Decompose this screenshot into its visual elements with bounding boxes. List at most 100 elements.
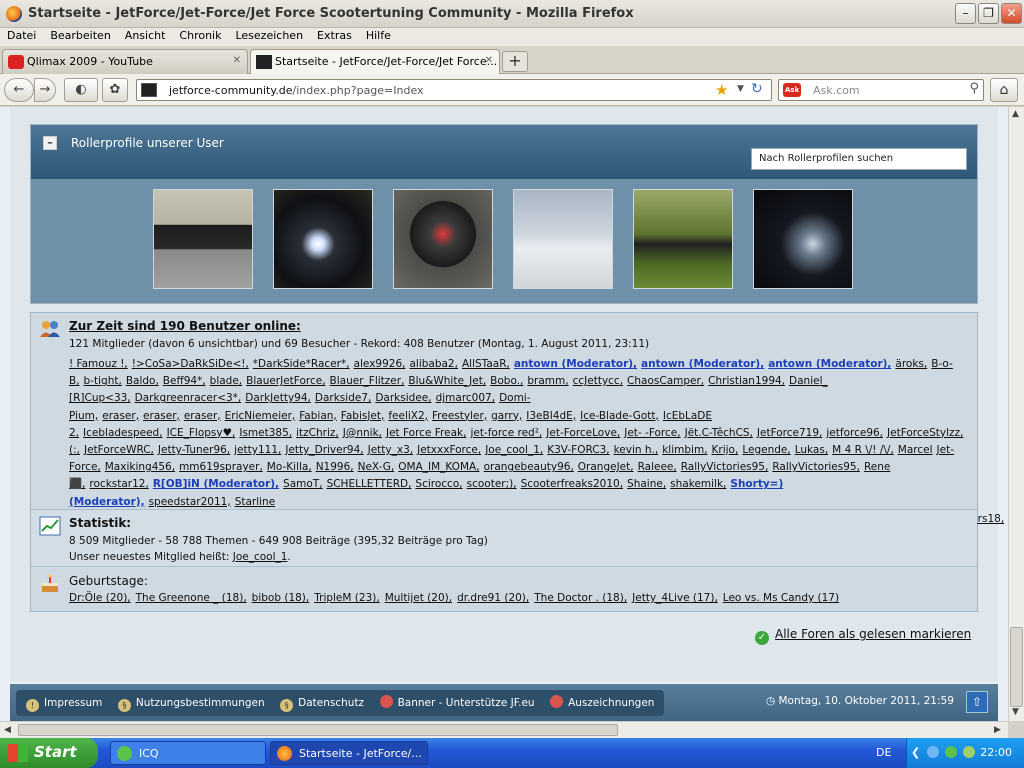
online-user-link[interactable]: orangebeauty96, [484,461,574,473]
newest-member-link[interactable]: Joe_cool_1 [233,551,288,563]
online-user-link[interactable]: Baldo, [126,375,159,387]
birthday-user-link[interactable]: Jetty_4Live (17), [632,592,718,604]
online-user-link[interactable]: b-tight, [84,375,122,387]
online-user-link[interactable]: Darkgreenracer<3*, [135,392,242,404]
horizontal-scroll-thumb[interactable] [18,724,618,736]
language-indicator[interactable]: DE [876,746,891,759]
online-user-link[interactable]: *DarkSide*Racer*, [253,358,350,370]
online-user-link[interactable]: speedstar2011, [149,496,231,508]
online-user-link[interactable]: Beff94*, [163,375,206,387]
birthday-user-link[interactable]: Multijet (20), [385,592,452,604]
online-user-link[interactable]: Raleee, [638,461,677,473]
start-button[interactable]: Start [0,738,98,768]
minimize-button[interactable]: – [955,3,976,24]
online-user-link[interactable]: Jet Force Freak, [386,427,466,439]
online-user-link[interactable]: Christian1994, [708,375,785,387]
tab-jetforce[interactable]: Startseite - JetForce/Jet-Force/Jet Forc… [250,49,500,74]
online-user-link[interactable]: alex9926, [354,358,406,370]
online-user-link[interactable]: klimbim, [662,444,707,456]
online-user-link[interactable]: Jët.C-TêchCS, [685,427,753,439]
roller-profile-thumbnail[interactable] [153,189,253,289]
home-button[interactable]: ⌂ [990,78,1018,102]
online-user-link[interactable]: ! Famouz !, [69,358,128,370]
mark-all-read-link[interactable]: Alle Foren als gelesen markieren [775,627,971,641]
footer-link-datenschutz[interactable]: § Datenschutz [274,690,370,716]
search-icon[interactable]: ⚲ [969,81,979,96]
forward-button[interactable]: → [34,78,56,102]
menu-chronik[interactable]: Chronik [172,28,228,43]
taskbar-item-icq[interactable]: ICQ [110,741,266,765]
online-user-link[interactable]: mm619sprayer, [179,461,263,473]
menu-ansicht[interactable]: Ansicht [118,28,173,43]
collapse-icon[interactable]: – [43,136,57,150]
tray-expand-icon[interactable]: ❮ [911,746,920,759]
online-user-link[interactable]: OrangeJet, [578,461,634,473]
scroll-left-arrow-icon[interactable]: ◀ [4,725,11,735]
online-user-link[interactable]: Bobo., [490,375,523,387]
footer-link-impressum[interactable]: ! Impressum [20,690,108,716]
scroll-right-arrow-icon[interactable]: ▶ [994,725,1001,735]
online-user-link[interactable]: K3V-FORC3, [547,444,609,456]
online-user-link[interactable]: bramm, [527,375,568,387]
online-user-link[interactable]: feeliX2, [388,410,428,422]
online-user-link[interactable]: eraser, [102,410,139,422]
birthday-user-link[interactable]: Dr:Öle (20), [69,592,131,604]
url-bar[interactable]: jetforce-community.de/index.php?page=Ind… [136,79,772,101]
online-user-link[interactable]: FabisJet, [341,410,385,422]
close-button[interactable]: ✕ [1001,3,1022,24]
online-title[interactable]: Zur Zeit sind 190 Benutzer online: [69,319,301,333]
online-user-link[interactable]: JetxxxForce, [417,444,481,456]
scroll-top-button[interactable]: ⇧ [966,691,988,713]
online-user-link[interactable]: Jetty_x3, [368,444,414,456]
online-user-link[interactable]: shakemilk, [670,478,726,490]
online-user-link[interactable]: SamoT, [283,478,323,490]
online-user-link[interactable]: Icebladespeed, [83,427,163,439]
online-user-link[interactable]: Scirocco, [415,478,462,490]
maximize-button[interactable]: ❐ [978,3,999,24]
icq-tray-icon[interactable] [945,746,957,758]
roller-profile-thumbnail[interactable] [633,189,733,289]
online-user-link[interactable]: J@nnik, [343,427,382,439]
online-user-link[interactable]: garry, [491,410,522,422]
online-user-link[interactable]: (:, [69,444,80,456]
close-tab-icon[interactable]: ✕ [485,55,493,66]
network-icon[interactable] [927,746,939,758]
reload-icon[interactable]: ↻ [751,81,763,97]
online-user-link[interactable]: Marcel [898,444,933,456]
online-user-link[interactable]: NeX-G, [358,461,395,473]
online-user-link[interactable]: Mo-Killa, [267,461,312,473]
online-user-link[interactable]: äroks, [895,358,927,370]
addon-button[interactable]: ◐ [64,78,98,102]
online-user-link[interactable]: JetForceStylzz, [887,427,963,439]
online-user-link[interactable]: Lukas, [795,444,828,456]
online-user-link[interactable]: Fabian, [299,410,337,422]
online-user-link[interactable]: BlauerJetForce, [246,375,325,387]
online-user-link[interactable]: Krijo, [712,444,739,456]
online-user-link[interactable]: DarkJetty94, [245,392,311,404]
online-user-link[interactable]: Blauer_Flitzer, [330,375,405,387]
online-user-link[interactable]: alibaba2, [409,358,458,370]
online-user-link[interactable]: scooter;), [467,478,517,490]
menu-extras[interactable]: Extras [310,28,359,43]
roller-profile-search-input[interactable]: Nach Rollerprofilen suchen [751,148,967,170]
online-user-link[interactable]: antown (Moderator), [768,358,891,370]
online-user-link[interactable]: Joe_cool_1, [485,444,543,456]
bookmark-star-icon[interactable]: ★ [715,81,728,99]
mark-all-read[interactable]: ✓ Alle Foren als gelesen markieren [755,627,971,645]
menu-lesezeichen[interactable]: Lesezeichen [228,28,310,43]
online-user-link[interactable]: RallyVictories95, [772,461,860,473]
roller-profile-thumbnail[interactable] [513,189,613,289]
online-user-link[interactable]: OMA_IM_KOMA, [398,461,479,473]
online-user-link[interactable]: Jet-ForceLove, [546,427,620,439]
addon-button-2[interactable]: ✿ [102,78,128,102]
online-user-link[interactable]: RallyVictories95, [681,461,769,473]
online-user-link[interactable]: SCHELLETTERD, [327,478,412,490]
scroll-down-arrow-icon[interactable]: ▼ [1012,707,1019,717]
online-user-link[interactable]: jetforce96, [826,427,883,439]
birthday-user-link[interactable]: Leo vs. Ms Candy (17) [723,592,839,604]
birthday-user-link[interactable]: bibob (18), [252,592,310,604]
online-user-link[interactable]: Ice-Blade-Gott, [580,410,659,422]
horizontal-scrollbar[interactable]: ◀ ▶ [0,721,1008,738]
birthday-user-link[interactable]: The Greenone _ (18), [136,592,247,604]
online-user-link[interactable]: jetty111, [234,444,281,456]
